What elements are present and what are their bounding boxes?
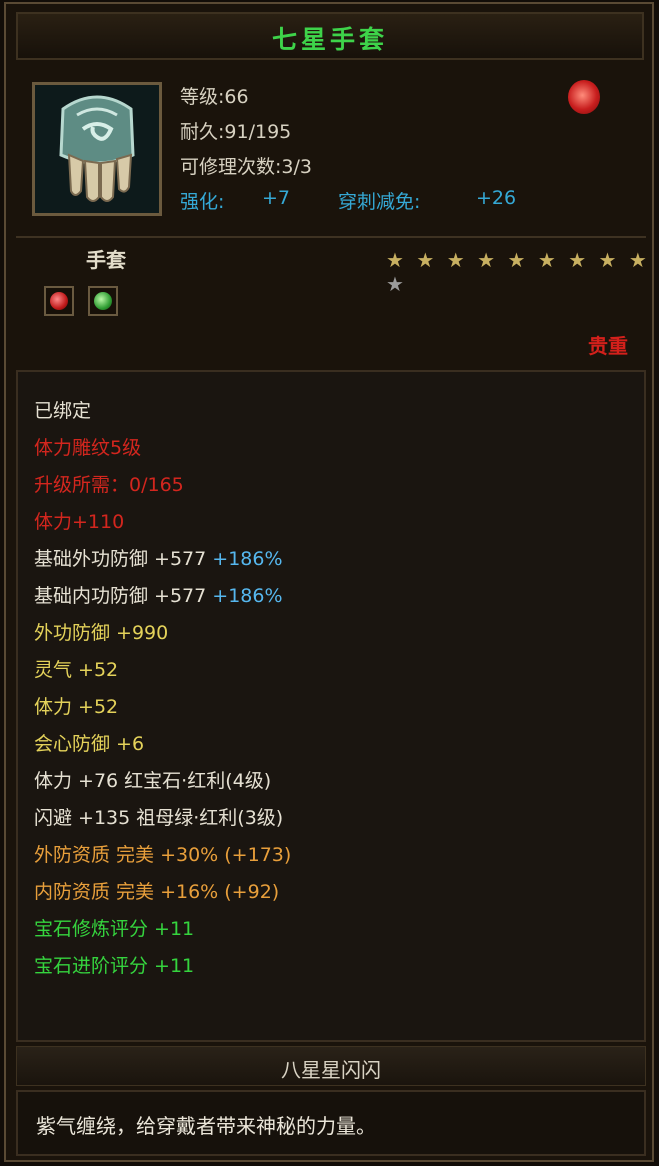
base-internal-defense-value: 基础内功防御 +577 (34, 585, 207, 607)
star-icon: ★ (386, 248, 405, 272)
item-repair-count: 可修理次数:3/3 (180, 156, 312, 178)
attribute-panel: 已绑定 体力雕纹5级 升级所需：0/165 体力+110 基础外功防御 +577… (16, 370, 646, 1042)
item-description: 紫气缠绕，给穿戴者带来神秘的力量。 (36, 1114, 376, 1138)
crit-defense: 会心防御 +6 (34, 733, 145, 755)
rarity-label: 贵重 (588, 334, 628, 358)
gauntlet-icon[interactable] (32, 82, 162, 216)
bound-status: 已绑定 (34, 400, 92, 422)
base-external-defense-value: 基础外功防御 +577 (34, 548, 207, 570)
internal-defense-quality: 内防资质 完美 +16% (+92) (34, 881, 280, 903)
base-internal-defense: 基础内功防御 +577 +186% (34, 581, 283, 608)
rank-emblem-icon (568, 80, 600, 114)
star-icon: ★ (507, 248, 527, 272)
pierce-reduction-value: +26 (476, 187, 517, 209)
title-bar: 七星手套 (16, 12, 644, 60)
item-header: 等级:66 耐久:91/195 可修理次数:3/3 强化: +7 穿刺减免: +… (16, 68, 646, 236)
stamina-carve-bonus: 体力+110 (34, 511, 125, 533)
base-external-defense: 基础外功防御 +577 +186% (34, 544, 283, 571)
star-icon: ★ (628, 248, 648, 272)
item-durability: 耐久:91/195 (180, 121, 292, 143)
base-internal-defense-pct: +186% (212, 585, 283, 607)
gem-refine-score: 宝石修炼评分 +11 (34, 918, 195, 940)
base-external-defense-pct: +186% (212, 548, 283, 570)
item-level: 等级:66 (180, 86, 249, 108)
star-empty-icon: ★ (386, 272, 405, 296)
spirit-stat: 灵气 +52 (34, 659, 119, 681)
gem-bonus-emerald: 闪避 +135 祖母绿·红利(3级) (34, 807, 284, 829)
nickname-bar: 八星星闪闪 (16, 1046, 646, 1086)
ruby-gem-icon (50, 292, 68, 310)
item-nickname: 八星星闪闪 (281, 1058, 381, 1082)
star-icon: ★ (537, 248, 557, 272)
star-icon: ★ (477, 248, 497, 272)
star-rating: ★ ★ ★ ★ ★ ★ ★ ★ ★ ★ (384, 248, 652, 296)
stamina-stat: 体力 +52 (34, 696, 119, 718)
item-tooltip: 七星手套 等级:66 耐久:91/195 可修理次数:3/3 强化: +7 穿刺… (4, 2, 654, 1162)
star-icon: ★ (446, 248, 466, 272)
divider (16, 236, 646, 238)
star-icon: ★ (568, 248, 588, 272)
gem-bonus-ruby: 体力 +76 红宝石·红利(4级) (34, 770, 272, 792)
carve-level: 体力雕纹5级 (34, 437, 142, 459)
star-icon: ★ (416, 248, 436, 272)
enhance-value: +7 (262, 187, 291, 209)
gem-slot-green[interactable] (88, 286, 118, 316)
emerald-gem-icon (94, 292, 112, 310)
external-defense-quality: 外防资质 完美 +30% (+173) (34, 844, 292, 866)
description-box: 紫气缠绕，给穿戴者带来神秘的力量。 (16, 1090, 646, 1156)
item-name: 七星手套 (271, 25, 388, 54)
external-defense: 外功防御 +990 (34, 622, 169, 644)
pierce-reduction-label: 穿刺减免: (338, 191, 421, 213)
star-icon: ★ (598, 248, 618, 272)
gem-advance-score: 宝石进阶评分 +11 (34, 955, 195, 977)
slot-type: 手套 (86, 248, 126, 272)
upgrade-requirement: 升级所需：0/165 (34, 474, 184, 496)
enhance-label: 强化: (180, 191, 225, 213)
gem-slot-red[interactable] (44, 286, 74, 316)
